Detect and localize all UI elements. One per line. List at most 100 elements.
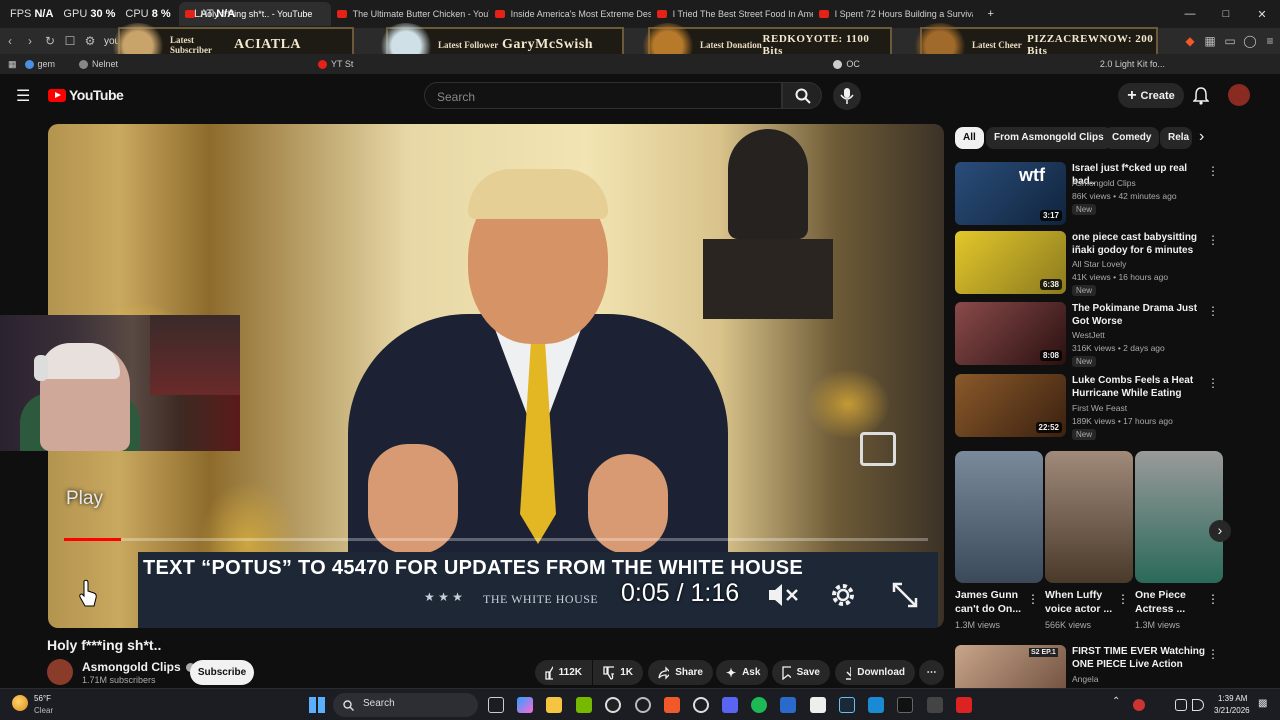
clock-time[interactable]: 1:39 AM xyxy=(1218,694,1247,703)
fullscreen-icon[interactable] xyxy=(890,580,920,610)
apps-icon[interactable]: ▦ xyxy=(8,59,17,70)
dislike-button[interactable]: 1K xyxy=(593,660,643,685)
bookmark-icon[interactable]: ☐ xyxy=(60,34,80,48)
progress-bar[interactable] xyxy=(64,538,928,541)
app-icon[interactable] xyxy=(956,697,972,713)
task-view-icon[interactable] xyxy=(488,697,504,713)
steam-icon[interactable] xyxy=(839,697,855,713)
short-thumbnail[interactable] xyxy=(1135,451,1223,583)
app-icon[interactable] xyxy=(635,697,651,713)
more-options-icon[interactable]: ⋮ xyxy=(1207,592,1219,606)
account-avatar[interactable] xyxy=(1228,84,1250,106)
video-thumbnail[interactable]: 6:38 xyxy=(955,231,1066,294)
app-icon[interactable] xyxy=(868,697,884,713)
video-thumbnail[interactable]: wtf 3:17 xyxy=(955,162,1066,225)
bookmark-gem[interactable]: gem xyxy=(24,59,55,69)
video-thumbnail[interactable]: S2 EP.1 xyxy=(955,645,1066,688)
share-button[interactable]: Share xyxy=(648,660,713,685)
obs-icon[interactable] xyxy=(605,697,621,713)
video-thumbnail[interactable]: 22:52 xyxy=(955,374,1066,437)
chatgpt-icon[interactable] xyxy=(693,697,709,713)
search-input[interactable]: Search xyxy=(424,82,782,109)
recommendation-item[interactable]: S2 EP.1 FIRST TIME EVER Watching ONE PIE… xyxy=(955,645,1225,688)
windows-start-icon[interactable] xyxy=(309,697,325,713)
bookmark-oc[interactable]: OC xyxy=(833,59,860,69)
subscribe-button[interactable]: Subscribe xyxy=(190,660,254,685)
brave-shield-icon[interactable]: ◆ xyxy=(1180,34,1200,48)
picture-in-picture-icon[interactable] xyxy=(860,432,896,466)
bookmark-yt-studio[interactable]: YT St xyxy=(318,59,353,69)
network-icon[interactable] xyxy=(1175,699,1187,711)
hamburger-menu-icon[interactable]: ☰ xyxy=(16,86,30,106)
recommendation-item[interactable]: 6:38 one piece cast babysitting iñaki go… xyxy=(955,231,1225,297)
discord-icon[interactable] xyxy=(722,697,738,713)
weather-icon[interactable] xyxy=(12,695,28,711)
file-explorer-icon[interactable] xyxy=(546,697,562,713)
chips-next-icon[interactable]: › xyxy=(1199,128,1204,146)
notification-bell-icon[interactable]: ▩ xyxy=(1258,698,1267,709)
video-thumbnail[interactable]: 8:08 xyxy=(955,302,1066,365)
minimize-button[interactable]: — xyxy=(1172,8,1208,20)
short-thumbnail[interactable] xyxy=(955,451,1043,583)
more-actions-button[interactable]: ⋯ xyxy=(919,660,944,685)
volume-icon[interactable] xyxy=(1192,699,1204,711)
more-options-icon[interactable]: ⋮ xyxy=(1027,592,1039,606)
reload-icon[interactable]: ↻ xyxy=(40,34,60,48)
muted-volume-icon[interactable] xyxy=(766,580,800,610)
brave-browser-icon[interactable] xyxy=(664,697,680,713)
more-options-icon[interactable]: ⋮ xyxy=(1207,376,1219,390)
more-options-icon[interactable]: ⋮ xyxy=(1207,164,1219,178)
channel-name[interactable]: Asmongold Clips xyxy=(82,660,196,674)
save-button[interactable]: Save xyxy=(772,660,830,685)
close-window-button[interactable]: ✕ xyxy=(1244,8,1280,21)
extensions-icon[interactable]: ▦ xyxy=(1200,34,1220,48)
taskbar-search-box[interactable]: Search xyxy=(333,693,478,717)
short-thumbnail[interactable] xyxy=(1045,451,1133,583)
youtube-logo[interactable]: YouTube xyxy=(48,87,124,103)
wallet-icon[interactable]: ◯ xyxy=(1240,34,1260,48)
download-button[interactable]: Download xyxy=(835,660,915,685)
back-icon[interactable]: ‹ xyxy=(0,34,20,48)
chip-all[interactable]: All xyxy=(955,127,984,149)
bookmark-nelnet[interactable]: Nelnet xyxy=(79,59,118,69)
recommendation-item[interactable]: 22:52 Luke Combs Feels a Heat Hurricane … xyxy=(955,374,1225,440)
settings-gear-icon[interactable] xyxy=(828,580,858,610)
nvidia-icon[interactable] xyxy=(576,697,592,713)
tab-desert[interactable]: Inside America's Most Extreme Dese xyxy=(489,2,651,26)
spotify-icon[interactable] xyxy=(751,697,767,713)
site-settings-icon[interactable]: ⚙ xyxy=(80,34,100,48)
chip-comedy[interactable]: Comedy xyxy=(1104,127,1160,149)
forward-icon[interactable]: › xyxy=(20,34,40,48)
more-options-icon[interactable]: ⋮ xyxy=(1207,233,1219,247)
x-icon[interactable] xyxy=(897,697,913,713)
voice-search-button[interactable] xyxy=(833,82,861,110)
channel-avatar[interactable] xyxy=(47,659,73,685)
copilot-icon[interactable] xyxy=(517,697,533,713)
new-tab-button[interactable]: + xyxy=(973,8,1009,20)
recommendation-item[interactable]: wtf 3:17 Israel just f*cked up real bad..… xyxy=(955,162,1225,228)
more-options-icon[interactable]: ⋮ xyxy=(1207,647,1219,661)
shorts-next-icon[interactable]: › xyxy=(1209,520,1231,542)
search-button[interactable] xyxy=(782,82,822,109)
clock-date[interactable]: 3/21/2026 xyxy=(1214,706,1250,715)
app-icon[interactable] xyxy=(780,697,796,713)
sidebar-icon[interactable]: ▭ xyxy=(1220,34,1240,48)
recommendation-item[interactable]: 8:08 The Pokimane Drama Just Got Worse W… xyxy=(955,302,1225,368)
chip-from-channel[interactable]: From Asmongold Clips xyxy=(986,127,1112,149)
tray-chevron-icon[interactable]: ⌃ xyxy=(1112,696,1120,707)
bookmark-light-kit[interactable]: 2.0 Light Kit fo... xyxy=(1100,59,1165,69)
maximize-button[interactable]: □ xyxy=(1208,8,1244,20)
chip-related[interactable]: Rela xyxy=(1160,127,1192,149)
app-icon[interactable] xyxy=(927,697,943,713)
tab-survival[interactable]: I Spent 72 Hours Building a Survival S xyxy=(813,2,973,26)
like-button[interactable]: 112K xyxy=(535,660,592,685)
create-button[interactable]: + Create xyxy=(1118,83,1184,108)
notifications-bell-icon[interactable] xyxy=(1193,87,1209,105)
more-options-icon[interactable]: ⋮ xyxy=(1117,592,1129,606)
notes-icon[interactable] xyxy=(810,697,826,713)
ask-button[interactable]: ✦ Ask xyxy=(716,660,768,685)
more-options-icon[interactable]: ⋮ xyxy=(1207,304,1219,318)
tab-street-food[interactable]: I Tried The Best Street Food In Ameri xyxy=(651,2,813,26)
menu-icon[interactable]: ≡ xyxy=(1260,34,1280,48)
tray-app-icon[interactable] xyxy=(1133,699,1145,711)
